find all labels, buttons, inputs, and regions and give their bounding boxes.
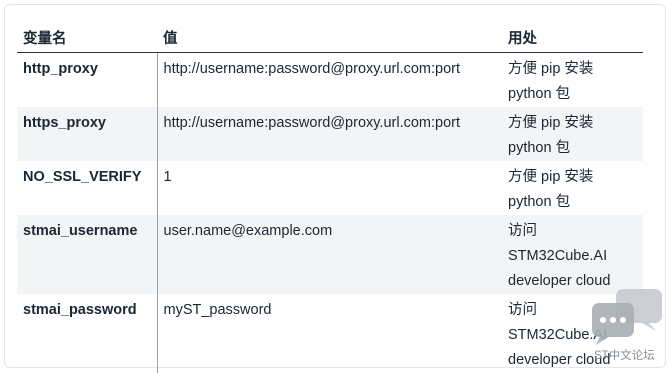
table-row: stmai_username user.name@example.com 访问 … [17, 215, 643, 294]
variable-value: user.name@example.com [156, 215, 502, 294]
table-header-row: 变量名 值 用处 [17, 25, 643, 53]
table-row: stmai_password myST_password 访问 STM32Cub… [17, 294, 643, 373]
usage-line: 方便 pip 安装 [508, 61, 594, 77]
table-row: NO_SSL_VERIFY 1 方便 pip 安装 python 包 [17, 161, 643, 215]
usage-line: 方便 pip 安装 [508, 169, 594, 185]
usage-line: python 包 [508, 194, 571, 210]
variable-usage: 方便 pip 安装 python 包 [502, 161, 643, 215]
usage-line: STM32Cube.AI [508, 248, 608, 264]
table-row: https_proxy http://username:password@pro… [17, 107, 643, 161]
variable-name: https_proxy [17, 107, 157, 161]
usage-line: python 包 [508, 86, 571, 102]
header-variable-name: 变量名 [17, 25, 157, 53]
usage-line: 访问 [508, 223, 537, 239]
variable-usage: 方便 pip 安装 python 包 [502, 107, 643, 161]
variable-name: stmai_password [23, 302, 137, 318]
forum-watermark[interactable]: ST中文论坛 [590, 289, 666, 369]
variable-name: NO_SSL_VERIFY [23, 169, 142, 185]
variable-value: 1 [156, 161, 502, 215]
header-usage: 用处 [502, 25, 643, 53]
variable-value: myST_password [156, 294, 502, 373]
usage-line: python 包 [508, 140, 571, 156]
forum-name-label: ST中文论坛 [594, 350, 655, 362]
env-variable-table: 变量名 值 用处 http_proxy http://username:pass… [17, 25, 643, 373]
variable-value: http://username:password@proxy.url.com:p… [156, 52, 502, 107]
table-row: http_proxy http://username:password@prox… [17, 52, 643, 108]
variable-usage: 方便 pip 安装 python 包 [502, 53, 643, 108]
variable-value: http://username:password@proxy.url.com:p… [156, 107, 502, 161]
variable-name: stmai_username [17, 215, 157, 294]
variable-usage: 访问 STM32Cube.AI developer cloud [502, 215, 643, 294]
header-value: 值 [157, 25, 502, 53]
usage-line: 方便 pip 安装 [508, 115, 594, 131]
variable-name: http_proxy [23, 61, 98, 77]
chat-bubbles-icon [592, 289, 662, 345]
